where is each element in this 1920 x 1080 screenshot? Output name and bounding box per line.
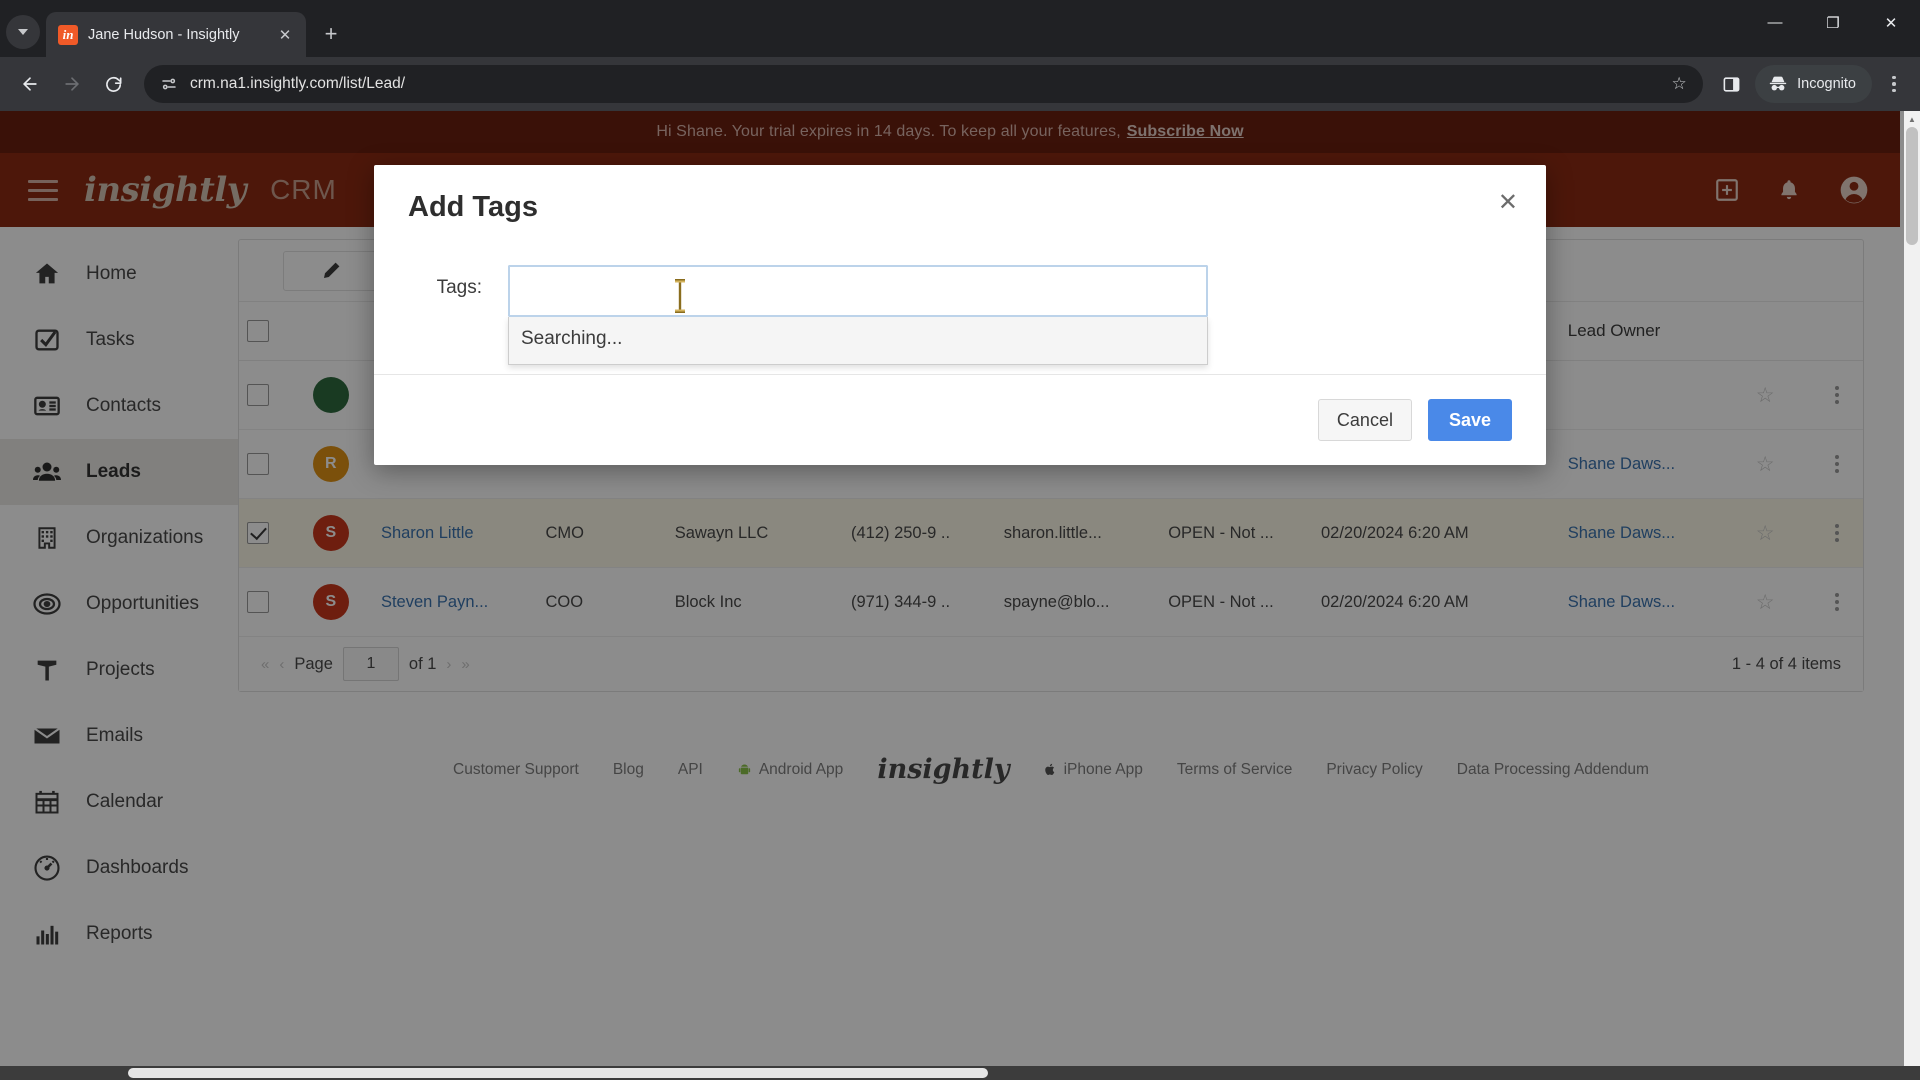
incognito-icon xyxy=(1769,76,1787,91)
modal-footer: Cancel Save xyxy=(374,375,1546,465)
tags-dropdown-status: Searching... xyxy=(521,328,623,349)
tags-dropdown: Searching... xyxy=(508,317,1208,365)
tab-title: Jane Hudson - Insightly xyxy=(88,26,240,43)
vertical-scroll-thumb[interactable] xyxy=(1906,127,1918,245)
scroll-up-arrow[interactable]: ▲ xyxy=(1904,111,1920,127)
page-info-icon[interactable] xyxy=(160,75,178,93)
tab-close-icon[interactable]: ✕ xyxy=(274,24,296,46)
side-panel-icon[interactable] xyxy=(1713,66,1749,102)
tab-search-button[interactable] xyxy=(6,15,40,49)
browser-menu-icon[interactable] xyxy=(1878,65,1910,103)
browser-toolbar: crm.na1.insightly.com/list/Lead/ ☆ Incog… xyxy=(0,57,1920,111)
horizontal-scroll-thumb[interactable] xyxy=(128,1068,988,1078)
tags-field-row: Tags: Searching... xyxy=(408,265,1512,365)
vertical-scrollbar[interactable]: ▲ xyxy=(1904,111,1920,1066)
incognito-label: Incognito xyxy=(1797,76,1856,92)
minimize-button[interactable]: — xyxy=(1746,0,1804,45)
tags-field-label: Tags: xyxy=(436,277,482,298)
modal-header: Add Tags ✕ xyxy=(374,165,1546,243)
tags-input-stack: Searching... xyxy=(508,265,1208,365)
close-window-button[interactable]: ✕ xyxy=(1862,0,1920,45)
modal-title: Add Tags xyxy=(408,191,538,223)
page-viewport: Hi Shane. Your trial expires in 14 days.… xyxy=(0,111,1920,1066)
forward-button[interactable] xyxy=(52,64,92,104)
chevron-down-icon xyxy=(18,29,28,35)
tags-input[interactable] xyxy=(508,265,1208,317)
back-button[interactable] xyxy=(10,64,50,104)
modal-body: Tags: Searching... xyxy=(374,243,1546,375)
maximize-button[interactable]: ❐ xyxy=(1804,0,1862,45)
bookmark-star-icon[interactable]: ☆ xyxy=(1663,74,1695,94)
text-cursor-icon xyxy=(675,279,685,313)
new-tab-button[interactable]: + xyxy=(314,17,348,51)
horizontal-scrollbar[interactable] xyxy=(0,1066,1920,1080)
insightly-favicon: in xyxy=(58,24,78,45)
browser-tab[interactable]: in Jane Hudson - Insightly ✕ xyxy=(46,12,306,57)
cancel-button[interactable]: Cancel xyxy=(1317,399,1412,441)
add-tags-modal: Add Tags ✕ Tags: Searching... Cancel Sav… xyxy=(374,165,1546,465)
save-button[interactable]: Save xyxy=(1427,399,1512,441)
window-controls: — ❐ ✕ xyxy=(1746,0,1920,45)
close-icon[interactable]: ✕ xyxy=(1498,191,1518,215)
tab-strip: in Jane Hudson - Insightly ✕ + — ❐ ✕ xyxy=(0,0,1920,57)
reload-button[interactable] xyxy=(94,64,134,104)
browser-window: in Jane Hudson - Insightly ✕ + — ❐ ✕ crm… xyxy=(0,0,1920,1080)
url-text: crm.na1.insightly.com/list/Lead/ xyxy=(190,75,406,92)
incognito-indicator[interactable]: Incognito xyxy=(1755,65,1872,103)
address-bar[interactable]: crm.na1.insightly.com/list/Lead/ ☆ xyxy=(144,65,1704,103)
